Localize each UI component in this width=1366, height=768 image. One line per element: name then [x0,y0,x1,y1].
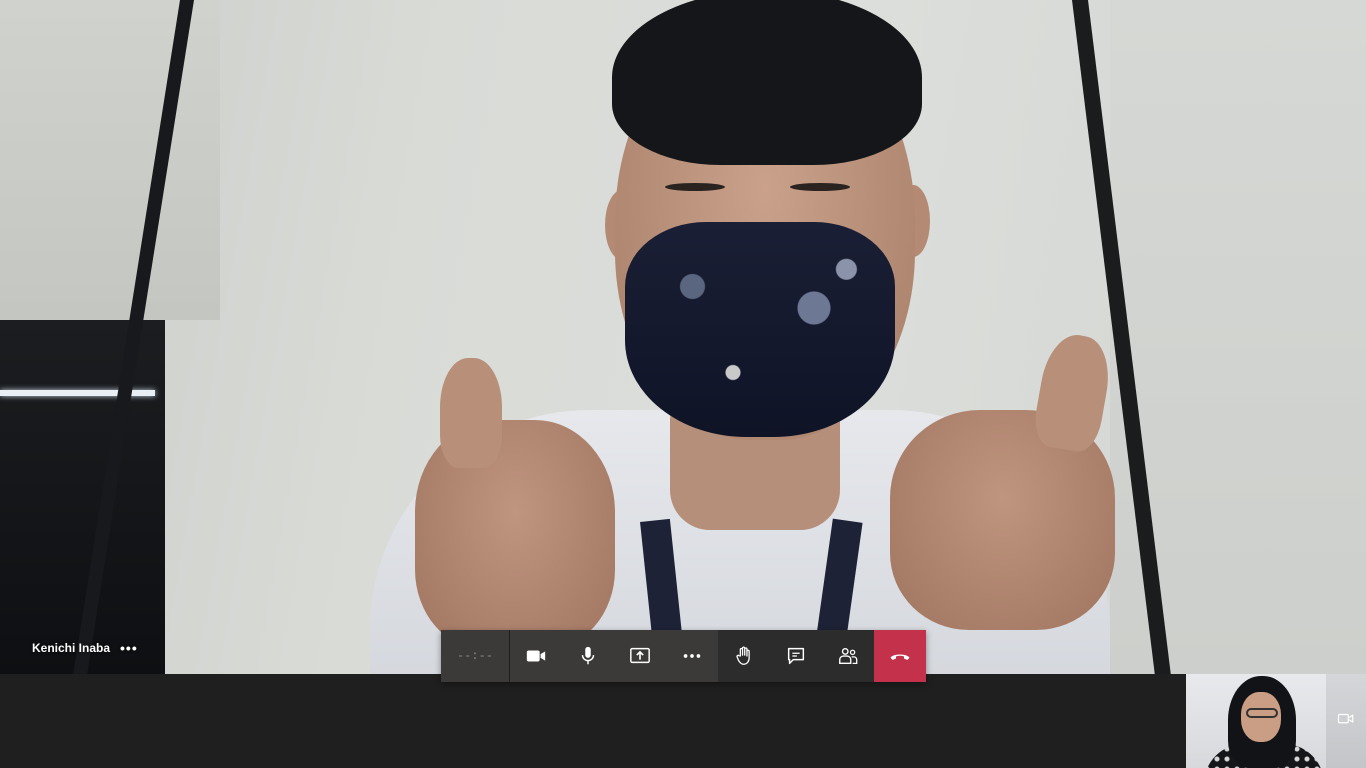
background-panel [0,0,220,320]
face-mask [625,222,895,437]
hang-up-button[interactable] [874,630,926,682]
call-toolbar: --:-- [441,630,926,682]
chat-icon [787,647,805,665]
participant-name: Kenichi Inaba [32,641,111,655]
video-camera-icon [526,650,546,662]
participant-video-figure [330,0,1230,674]
camera-button[interactable] [510,630,562,682]
hand-icon [736,646,750,665]
people-icon [839,647,858,665]
thumb [440,358,502,468]
participants-button[interactable] [822,630,874,682]
chat-button[interactable] [770,630,822,682]
self-view-video[interactable] [1186,674,1326,768]
camera-switch-icon[interactable] [1337,710,1355,728]
share-button[interactable] [614,630,666,682]
more-actions-button[interactable] [666,630,718,682]
call-timer: --:-- [441,630,510,682]
more-icon [683,654,701,658]
phone-hangup-icon [890,654,910,660]
microphone-button[interactable] [562,630,614,682]
participant-name-tag: Kenichi Inaba ••• [32,640,138,656]
eye [790,183,850,191]
share-screen-icon [630,647,650,664]
thumb [1030,330,1116,455]
main-video: Kenichi Inaba ••• [0,0,1366,674]
hair [612,0,922,165]
participant-more-button[interactable]: ••• [120,640,138,656]
eye [665,183,725,191]
microphone-icon [581,646,595,665]
self-view-glasses [1246,708,1278,718]
raise-hand-button[interactable] [718,630,770,682]
bottom-bar [0,674,1366,768]
